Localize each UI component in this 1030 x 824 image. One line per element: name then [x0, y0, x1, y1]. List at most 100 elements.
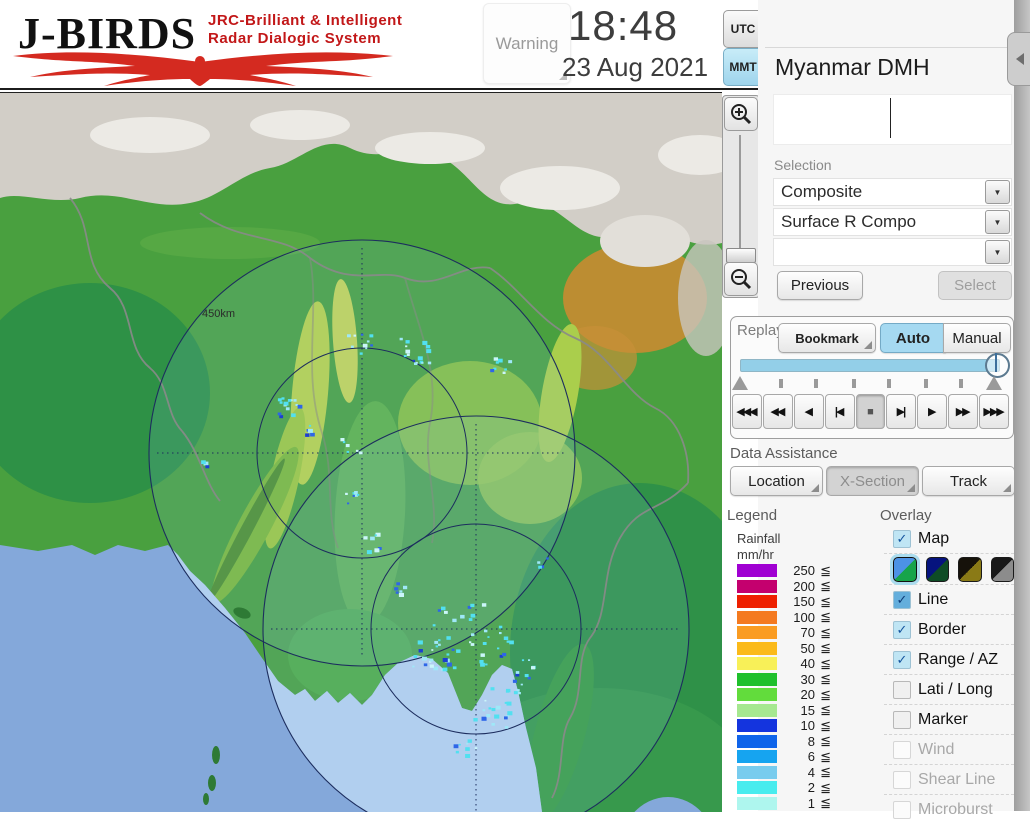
select-button[interactable]: Select — [938, 271, 1012, 300]
map-style-swatch-1[interactable] — [893, 556, 917, 582]
play-button[interactable]: ▶ — [917, 394, 948, 429]
legend-row: 10 ≦ — [735, 717, 860, 733]
marker-checkbox[interactable] — [893, 710, 911, 729]
previous-button[interactable]: Previous — [777, 271, 863, 300]
bookmark-button-label: Bookmark — [795, 330, 859, 346]
replay-slider-track[interactable] — [740, 359, 1000, 372]
border-checkbox[interactable]: ✓ — [893, 620, 911, 639]
legend-row: 200 ≦ — [735, 578, 860, 594]
xsection-button[interactable]: X-Section — [826, 466, 919, 496]
map-style-swatch-2[interactable] — [925, 556, 949, 582]
timezone-mmt-button[interactable]: MMT — [723, 48, 763, 86]
legend-color-swatch — [737, 564, 777, 577]
legend-row: 6 ≦ — [735, 749, 860, 764]
play-reverse-button[interactable]: ◀ — [793, 394, 824, 429]
chevron-down-icon[interactable]: ▼ — [985, 240, 1010, 264]
logo-tagline: JRC-Brilliant & Intelligent — [208, 12, 403, 29]
rainfall-legend: 250 ≦ 200 ≦ 150 ≦ 100 ≦ 70 ≦ 50 ≦ 40 ≦ 30 ≦ 20 ≦ 15 ≦ 10 ≦ 8 ≦ 6… — [735, 562, 860, 812]
legend-unit-label: Rainfall — [737, 531, 781, 546]
xsection-button-label: X-Section — [839, 472, 906, 490]
border-label: Border — [918, 620, 967, 638]
legend-color-swatch — [737, 719, 777, 732]
timezone-utc-button[interactable]: UTC — [723, 10, 763, 48]
replay-range-end-marker[interactable] — [986, 376, 1002, 390]
legend-value: 1 — [807, 795, 815, 811]
header-divider — [0, 88, 758, 90]
zoom-out-button[interactable] — [724, 262, 758, 296]
stop-button[interactable]: ■ — [855, 394, 886, 429]
map-style-row — [884, 553, 1014, 584]
forward-fast-button[interactable]: ▶▶▶ — [979, 394, 1010, 429]
replay-slider-handle[interactable] — [985, 353, 1010, 378]
track-button[interactable]: Track — [922, 466, 1015, 496]
replay-range-start-marker[interactable] — [732, 376, 748, 390]
panel-collapse-button[interactable] — [1007, 32, 1030, 86]
overlay-row-range-az: ✓ Range / AZ — [884, 644, 1014, 674]
legend-row: 15 ≦ — [735, 702, 860, 718]
replay-slider-tick — [924, 379, 928, 388]
chevron-down-icon[interactable]: ▼ — [985, 180, 1010, 204]
track-button-label: Track — [950, 472, 987, 490]
legend-value: 6 — [807, 749, 815, 764]
playback-controls: ◀◀◀ ◀◀ ◀ |◀ ■ ▶| ▶ ▶▶ ▶▶▶ — [732, 394, 1010, 429]
menu-corner-icon — [907, 484, 915, 492]
rewind-fast-button[interactable]: ◀◀◀ — [732, 394, 762, 429]
legend-row: 100 ≦ — [735, 609, 860, 625]
legend-row: 70 ≦ — [735, 624, 860, 640]
app-logo: J-BIRDS JRC-Brilliant & Intelligent Rada… — [8, 2, 403, 88]
legend-value: 50 — [800, 640, 815, 656]
overlay-row-line: ✓ Line — [884, 584, 1014, 614]
legend-comparator: ≦ — [820, 686, 831, 702]
panel-scroll-strip[interactable] — [1014, 0, 1030, 811]
chevron-down-icon[interactable]: ▼ — [985, 210, 1010, 234]
legend-section-label: Legend — [727, 507, 778, 524]
legend-comparator: ≦ — [820, 779, 831, 795]
replay-slider-tick — [886, 379, 891, 388]
eagle-logo-icon — [13, 52, 393, 86]
zoom-slider-handle[interactable] — [726, 248, 756, 263]
replay-auto-button[interactable]: Auto — [880, 323, 946, 353]
step-back-button[interactable]: |◀ — [824, 394, 855, 429]
map-checkbox[interactable]: ✓ — [893, 529, 911, 548]
zoom-in-button[interactable] — [724, 97, 758, 131]
legend-row: 50 ≦ — [735, 640, 860, 656]
overlay-options: ✓ Map ✓ Line ✓ Border ✓ Range / AZ Lati / Long Ma… — [884, 524, 1014, 824]
legend-row: 1 ≦ — [735, 795, 860, 811]
replay-manual-button[interactable]: Manual — [943, 323, 1011, 353]
bookmark-button[interactable]: Bookmark — [778, 323, 876, 353]
legend-comparator: ≦ — [820, 733, 831, 748]
lati-long-checkbox[interactable] — [893, 680, 911, 699]
step-forward-button[interactable]: ▶| — [886, 394, 917, 429]
zoom-in-icon — [731, 104, 752, 125]
warning-button-label: Warning — [495, 33, 559, 53]
location-button[interactable]: Location — [730, 466, 823, 496]
range-az-label: Range / AZ — [918, 650, 999, 668]
map-style-swatch-3[interactable] — [958, 556, 982, 582]
line-checkbox[interactable]: ✓ — [893, 590, 911, 609]
shear-line-checkbox — [893, 770, 911, 789]
range-az-checkbox[interactable]: ✓ — [893, 650, 911, 669]
legend-comparator: ≦ — [820, 562, 831, 578]
menu-corner-icon — [864, 341, 872, 349]
overlay-section-label: Overlay — [880, 507, 932, 524]
legend-row: 250 ≦ — [735, 562, 860, 578]
radar-map[interactable]: 450km — [0, 92, 770, 824]
map-style-swatch-4[interactable] — [990, 556, 1014, 582]
overlay-row-shear-line: Shear Line — [884, 764, 1014, 794]
overlay-row-marker: Marker — [884, 704, 1014, 734]
rewind-button[interactable]: ◀◀ — [762, 394, 793, 429]
overlay-row-border: ✓ Border — [884, 614, 1014, 644]
message-box[interactable] — [773, 94, 1012, 145]
legend-color-swatch — [737, 781, 777, 794]
warning-button[interactable]: Warning — [483, 3, 571, 84]
marker-label: Marker — [918, 710, 968, 728]
zoom-slider-track[interactable] — [739, 135, 741, 250]
legend-comparator: ≦ — [820, 624, 831, 640]
forward-button[interactable]: ▶▶ — [948, 394, 979, 429]
legend-color-swatch — [737, 610, 777, 624]
map-label: Map — [918, 529, 950, 547]
legend-unit-label: mm/hr — [737, 547, 774, 562]
menu-corner-icon — [1003, 484, 1011, 492]
logo-tagline: Radar Dialogic System — [208, 30, 382, 47]
legend-comparator: ≦ — [820, 717, 831, 733]
